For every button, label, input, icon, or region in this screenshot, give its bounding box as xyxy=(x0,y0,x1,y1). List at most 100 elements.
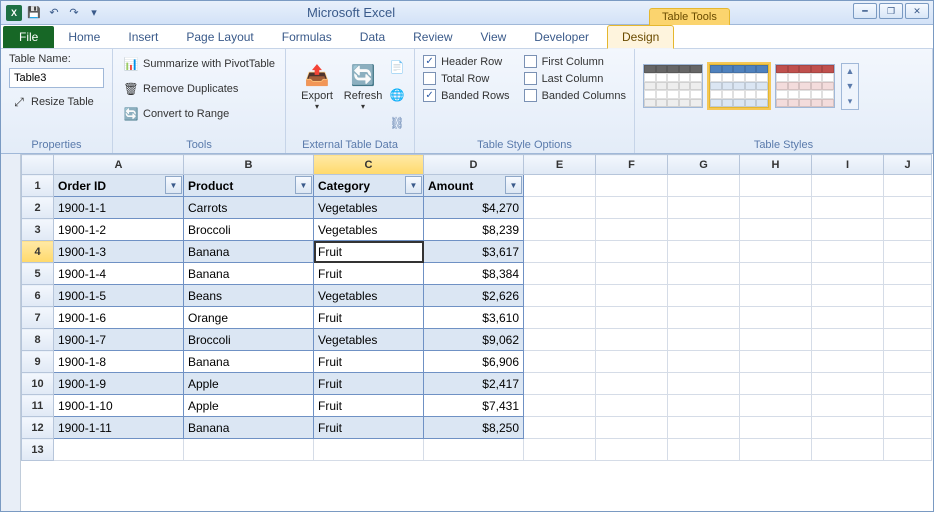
cell[interactable]: Category▼ xyxy=(314,175,424,197)
cell[interactable] xyxy=(54,439,184,461)
cell[interactable]: 1900-1-5 xyxy=(54,285,184,307)
cell[interactable] xyxy=(524,175,596,197)
column-header[interactable]: B xyxy=(184,155,314,175)
minimize-button[interactable]: ━ xyxy=(853,3,877,19)
summarize-pivot-button[interactable]: 📊 Summarize with PivotTable xyxy=(121,53,277,75)
cell[interactable]: Apple xyxy=(184,395,314,417)
cell[interactable]: $3,610 xyxy=(424,307,524,329)
cell[interactable]: Fruit xyxy=(314,351,424,373)
tab-formulas[interactable]: Formulas xyxy=(268,26,346,48)
cell[interactable] xyxy=(884,329,932,351)
cell[interactable] xyxy=(740,439,812,461)
cell[interactable] xyxy=(596,329,668,351)
cell[interactable]: 1900-1-2 xyxy=(54,219,184,241)
cell[interactable] xyxy=(884,219,932,241)
cell[interactable] xyxy=(740,417,812,439)
remove-duplicates-button[interactable]: 🗑 Remove Duplicates xyxy=(121,78,277,100)
properties-icon[interactable]: 📄 xyxy=(388,58,406,76)
cell[interactable] xyxy=(596,395,668,417)
row-header[interactable]: 13 xyxy=(22,439,54,461)
cell[interactable] xyxy=(596,417,668,439)
scroll-down[interactable]: ▼ xyxy=(842,79,858,94)
tab-view[interactable]: View xyxy=(467,26,521,48)
cell[interactable] xyxy=(740,219,812,241)
cell[interactable]: Fruit xyxy=(314,373,424,395)
tab-file[interactable]: File xyxy=(3,26,54,48)
cell[interactable]: 1900-1-8 xyxy=(54,351,184,373)
cell[interactable] xyxy=(740,351,812,373)
cell[interactable] xyxy=(668,329,740,351)
app-icon[interactable]: X xyxy=(5,4,23,22)
cell[interactable] xyxy=(884,285,932,307)
cell[interactable] xyxy=(524,395,596,417)
cell[interactable] xyxy=(812,395,884,417)
cell[interactable] xyxy=(812,351,884,373)
cell[interactable]: Beans xyxy=(184,285,314,307)
cell[interactable]: Banana xyxy=(184,351,314,373)
table-style-thumb[interactable] xyxy=(709,64,769,108)
cell[interactable] xyxy=(812,197,884,219)
cell[interactable]: Broccoli xyxy=(184,329,314,351)
cell[interactable] xyxy=(812,241,884,263)
cell[interactable]: Fruit xyxy=(314,263,424,285)
cell[interactable] xyxy=(740,373,812,395)
column-header[interactable]: F xyxy=(596,155,668,175)
cell[interactable]: Fruit xyxy=(314,307,424,329)
save-button[interactable]: 💾 xyxy=(25,4,43,22)
cell[interactable] xyxy=(524,351,596,373)
cell[interactable] xyxy=(740,263,812,285)
refresh-button[interactable]: 🔄 Refresh ▾ xyxy=(340,53,386,119)
cell[interactable] xyxy=(668,197,740,219)
cell[interactable] xyxy=(812,263,884,285)
cell[interactable] xyxy=(596,175,668,197)
tab-data[interactable]: Data xyxy=(346,26,399,48)
cell[interactable] xyxy=(668,395,740,417)
cell[interactable]: 1900-1-9 xyxy=(54,373,184,395)
cell[interactable]: $4,270 xyxy=(424,197,524,219)
cell[interactable] xyxy=(884,175,932,197)
cell[interactable] xyxy=(812,439,884,461)
column-header[interactable]: C xyxy=(314,155,424,175)
cell[interactable]: Fruit xyxy=(314,241,424,263)
unlink-icon[interactable]: ⛓ xyxy=(388,114,406,132)
tab-insert[interactable]: Insert xyxy=(114,26,172,48)
option-last-col[interactable]: Last Column xyxy=(524,72,626,85)
cell[interactable] xyxy=(668,263,740,285)
cell[interactable] xyxy=(812,417,884,439)
export-button[interactable]: 📤 Export ▾ xyxy=(294,53,340,119)
column-header[interactable]: G xyxy=(668,155,740,175)
cell[interactable] xyxy=(524,373,596,395)
cell[interactable] xyxy=(884,263,932,285)
worksheet[interactable]: ABCDEFGHIJ1Order ID▼Product▼Category▼Amo… xyxy=(21,154,933,511)
column-header[interactable]: H xyxy=(740,155,812,175)
cell[interactable]: Broccoli xyxy=(184,219,314,241)
cell[interactable] xyxy=(668,241,740,263)
cell[interactable] xyxy=(812,373,884,395)
option-first-col[interactable]: First Column xyxy=(524,55,626,68)
cell[interactable]: Apple xyxy=(184,373,314,395)
undo-button[interactable]: ↶ xyxy=(45,4,63,22)
qat-customize[interactable]: ▾ xyxy=(85,4,103,22)
cell[interactable]: $8,384 xyxy=(424,263,524,285)
cell[interactable]: 1900-1-4 xyxy=(54,263,184,285)
row-header[interactable]: 3 xyxy=(22,219,54,241)
select-all-corner[interactable] xyxy=(22,155,54,175)
option-banded-rows[interactable]: ✓Banded Rows xyxy=(423,89,510,102)
tab-design[interactable]: Design xyxy=(607,25,674,49)
redo-button[interactable]: ↷ xyxy=(65,4,83,22)
cell[interactable] xyxy=(668,351,740,373)
cell[interactable] xyxy=(668,219,740,241)
row-header[interactable]: 4 xyxy=(22,241,54,263)
row-header[interactable]: 9 xyxy=(22,351,54,373)
cell[interactable] xyxy=(596,285,668,307)
cell[interactable] xyxy=(740,175,812,197)
close-button[interactable]: ✕ xyxy=(905,3,929,19)
cell[interactable] xyxy=(668,439,740,461)
row-header[interactable]: 1 xyxy=(22,175,54,197)
cell[interactable] xyxy=(812,329,884,351)
cell[interactable] xyxy=(740,329,812,351)
cell[interactable]: $6,906 xyxy=(424,351,524,373)
cell[interactable]: $8,250 xyxy=(424,417,524,439)
column-header[interactable]: A xyxy=(54,155,184,175)
cell[interactable]: $2,626 xyxy=(424,285,524,307)
